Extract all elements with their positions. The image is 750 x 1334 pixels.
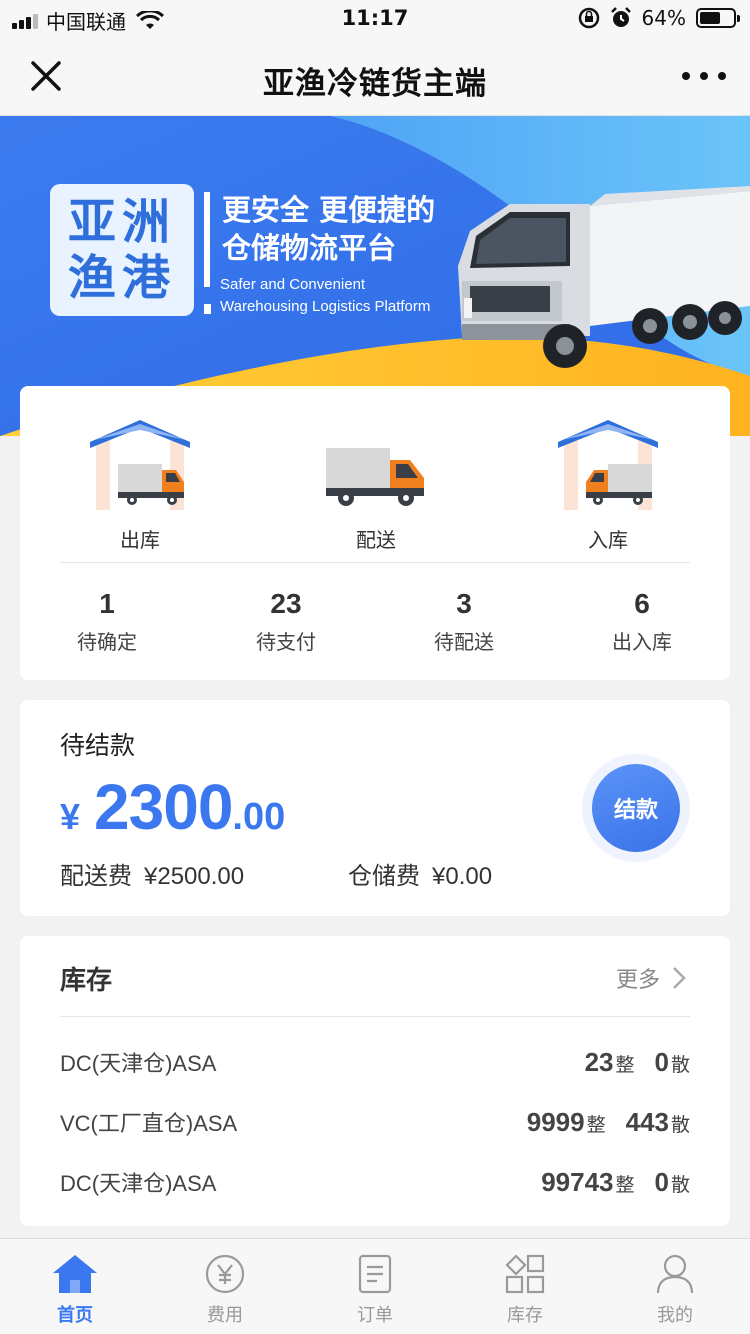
- tab-label: 我的: [657, 1305, 693, 1326]
- action-label: 入库: [588, 528, 628, 552]
- stat-pending-delivery[interactable]: 3 待配送: [404, 586, 524, 655]
- banner-slogan-en: Safer and Convenient Warehousing Logisti…: [204, 274, 430, 318]
- stat-value: 1: [99, 588, 115, 619]
- tab-home[interactable]: 首页: [0, 1249, 150, 1327]
- loose-count: 443: [625, 1106, 669, 1137]
- whole-unit: 整: [615, 1173, 635, 1196]
- inventory-card: 库存 更多 DC(天津仓)ASA 23 整 0散 VC(工厂直仓)ASA 9999…: [20, 936, 730, 1226]
- inventory-title: 库存: [60, 966, 113, 996]
- storage-fee: 仓储费 ¥0.00: [348, 856, 492, 891]
- loose-unit: 散: [670, 1173, 690, 1196]
- currency-symbol: ¥: [60, 796, 81, 837]
- user-icon: [656, 1254, 694, 1294]
- brand-logo: 亚洲 渔港: [50, 184, 194, 316]
- stat-value: 3: [456, 588, 472, 619]
- tab-label: 费用: [207, 1305, 243, 1326]
- alarm-icon: [610, 7, 631, 27]
- truck-illustration: [458, 186, 750, 368]
- warehouse-out-icon: [90, 420, 190, 510]
- warehouse-name: DC(天津仓)ASA: [60, 1051, 217, 1076]
- whole-unit: 整: [615, 1053, 635, 1076]
- warehouse-name: DC(天津仓)ASA: [60, 1171, 217, 1196]
- tab-fees[interactable]: 费用: [150, 1249, 300, 1327]
- grid-icon: [505, 1254, 545, 1294]
- tab-label: 首页: [57, 1305, 93, 1326]
- fee-value: ¥2500.00: [144, 863, 245, 890]
- delivery-fee: 配送费 ¥2500.00: [60, 856, 244, 891]
- warehouse-name: VC(工厂直仓)ASA: [60, 1111, 238, 1136]
- home-icon: [53, 1255, 97, 1293]
- inventory-row[interactable]: DC(天津仓)ASA 23 整 0散: [60, 1042, 690, 1082]
- amount-integer: 2300: [94, 771, 233, 843]
- amount-decimal: .00: [232, 796, 286, 838]
- whole-count: 9999: [526, 1106, 585, 1137]
- stat-label: 待确定: [77, 630, 137, 654]
- fee-value: ¥0.00: [432, 863, 493, 890]
- battery-icon: [696, 8, 740, 28]
- divider: [60, 562, 690, 563]
- action-delivery[interactable]: 配送: [306, 410, 446, 553]
- more-label: 更多: [615, 968, 660, 993]
- stat-label: 出入库: [612, 630, 672, 654]
- action-label: 出库: [120, 528, 160, 552]
- payment-amount: ¥ 2300 .00: [60, 770, 285, 844]
- slogan-line-2: 仓储物流平台: [222, 231, 397, 265]
- loose-count: 0: [654, 1166, 669, 1197]
- divider: [60, 1016, 690, 1017]
- inventory-more-link[interactable]: 更多: [616, 962, 686, 994]
- status-bar: 中国联通 11:17 64%: [0, 0, 750, 40]
- chevron-right-icon: [673, 967, 686, 989]
- stat-in-out[interactable]: 6 出入库: [582, 586, 702, 655]
- payment-title: 待结款: [60, 731, 136, 760]
- action-inbound[interactable]: 入库: [538, 410, 678, 553]
- quick-actions-card: 出库 配送 入库 1 待确定 23 待支付 3 待配送 6 出入库: [20, 386, 730, 680]
- stat-label: 待配送: [434, 630, 494, 654]
- settle-button[interactable]: 结款: [592, 764, 680, 852]
- stat-value: 23: [270, 588, 302, 619]
- banner-slogan: 更安全 更便捷的 仓储物流平台: [204, 192, 435, 287]
- whole-count: 23: [584, 1046, 614, 1077]
- slogan-en-line-2: Warehousing Logistics Platform: [220, 298, 431, 315]
- stat-pending-confirm[interactable]: 1 待确定: [47, 586, 167, 655]
- stat-label: 待支付: [256, 630, 316, 654]
- loose-unit: 散: [670, 1053, 690, 1076]
- bottom-tab-bar: 首页 费用 订单 库存 我的: [0, 1238, 750, 1334]
- tab-inventory[interactable]: 库存: [450, 1249, 600, 1327]
- pending-payment-card: 待结款 ¥ 2300 .00 配送费 ¥2500.00 仓储费 ¥0.00 结款: [20, 700, 730, 916]
- inventory-row[interactable]: VC(工厂直仓)ASA 9999 整 443 散: [60, 1102, 690, 1142]
- slogan-en-line-1: Safer and Convenient: [220, 276, 366, 293]
- rotation-lock-icon: [578, 7, 599, 29]
- slogan-line-1: 更安全 更便捷的: [222, 193, 436, 227]
- yuan-icon: [205, 1254, 245, 1294]
- inventory-row[interactable]: DC(天津仓)ASA 99743 整 0散: [60, 1162, 690, 1202]
- page-title: 亚渔冷链货主端: [263, 66, 487, 102]
- pay-button-ring: 结款: [582, 754, 690, 862]
- tab-orders[interactable]: 订单: [300, 1249, 450, 1327]
- stat-value: 6: [634, 588, 650, 619]
- action-outbound[interactable]: 出库: [70, 410, 210, 553]
- nav-bar: 亚渔冷链货主端: [0, 40, 750, 116]
- whole-unit: 整: [586, 1113, 606, 1136]
- fee-label: 仓储费: [348, 862, 420, 890]
- warehouse-in-icon: [558, 420, 658, 510]
- delivery-truck-icon: [326, 448, 424, 506]
- stat-pending-payment[interactable]: 23 待支付: [226, 586, 346, 655]
- tab-label: 库存: [507, 1305, 543, 1326]
- tab-mine[interactable]: 我的: [600, 1249, 750, 1327]
- more-menu-icon[interactable]: [682, 64, 726, 88]
- battery-percent: 64%: [641, 6, 686, 30]
- document-icon: [358, 1254, 392, 1294]
- action-label: 配送: [356, 528, 396, 552]
- whole-count: 99743: [541, 1166, 614, 1197]
- tab-label: 订单: [357, 1305, 393, 1326]
- status-right: 64%: [578, 6, 740, 30]
- loose-unit: 散: [670, 1113, 690, 1136]
- loose-count: 0: [654, 1046, 669, 1077]
- fee-label: 配送费: [60, 862, 132, 890]
